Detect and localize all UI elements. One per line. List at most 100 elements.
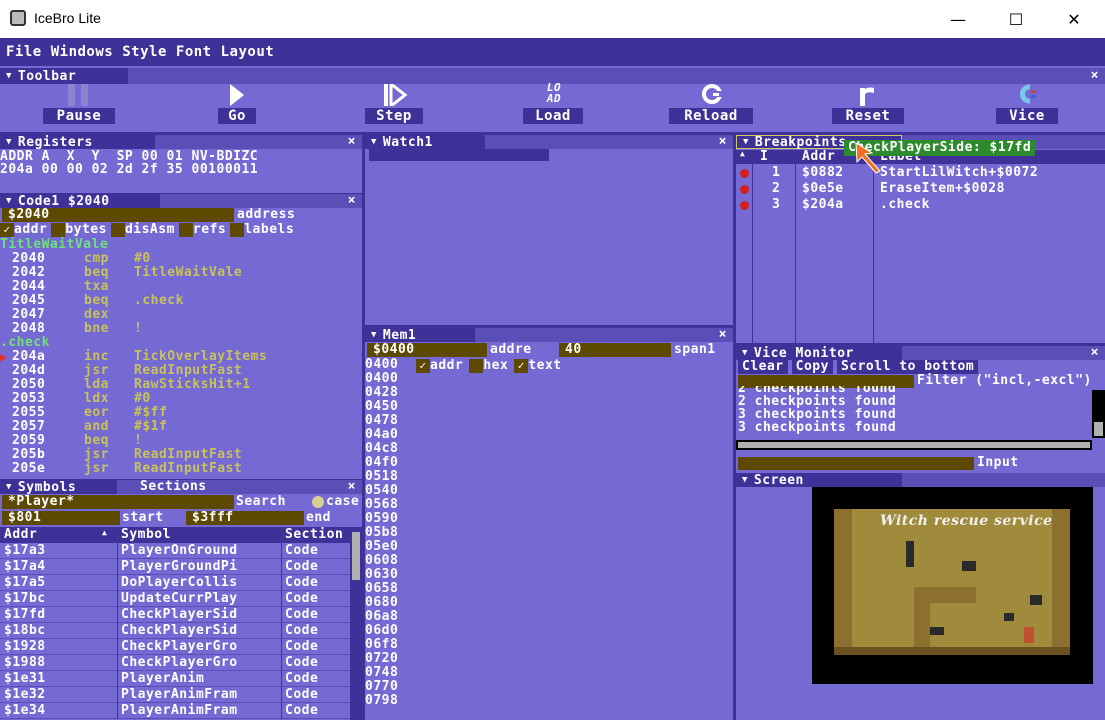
- copy-button[interactable]: Copy: [791, 360, 833, 374]
- symbol-row[interactable]: $18bc CheckPlayerSid Code: [0, 623, 350, 639]
- code-address-input[interactable]: $2040: [2, 208, 234, 222]
- col-symbol[interactable]: Symbol: [121, 527, 171, 542]
- symbol-row[interactable]: $1e34 PlayerAnimFram Code: [0, 703, 350, 719]
- symbol-row[interactable]: $17a4 PlayerGroundPi Code: [0, 559, 350, 575]
- registers-close-icon[interactable]: ×: [348, 135, 356, 149]
- code-line[interactable]: 2044 txa: [0, 280, 362, 294]
- screen-tab[interactable]: ▼ Screen: [736, 473, 902, 488]
- symbol-row[interactable]: $17bc UpdateCurrPlay Code: [0, 591, 350, 607]
- vice-monitor-tab[interactable]: ▼ Vice Monitor: [736, 346, 902, 361]
- code-line[interactable]: 2045 beq .check: [0, 294, 362, 308]
- code-line[interactable]: 2053 ldx #0: [0, 392, 362, 406]
- disasm-checkbox[interactable]: [110, 223, 125, 237]
- reset-button[interactable]: Reset: [832, 82, 904, 130]
- col-addr[interactable]: Addr: [4, 527, 37, 542]
- symbol-search-input[interactable]: *Player*: [2, 495, 234, 509]
- menu-windows[interactable]: Windows: [51, 44, 114, 60]
- code-line[interactable]: 205b jsr ReadInputFast: [0, 448, 362, 462]
- symbols-scrollbar[interactable]: [350, 527, 362, 720]
- col-index[interactable]: I: [760, 150, 768, 164]
- menu-file[interactable]: File: [6, 44, 42, 60]
- watch-close-icon[interactable]: ×: [719, 135, 727, 149]
- vice-horizontal-scrollbar[interactable]: [736, 440, 1092, 450]
- watch-expression-input[interactable]: [369, 149, 549, 161]
- code-close-icon[interactable]: ×: [348, 194, 356, 208]
- symbols-tab[interactable]: ▼ Symbols: [0, 480, 117, 495]
- menu-font[interactable]: Font: [176, 44, 212, 60]
- addr-checkbox[interactable]: ✓: [0, 223, 14, 237]
- menu-layout[interactable]: Layout: [221, 44, 275, 60]
- code-line[interactable]: 204d jsr ReadInputFast: [0, 364, 362, 378]
- load-button[interactable]: LO AD Load: [523, 82, 583, 130]
- symbol-row[interactable]: $1928 CheckPlayerGro Code: [0, 639, 350, 655]
- vice-scroll-thumb[interactable]: [1094, 422, 1103, 436]
- breakpoint-row[interactable]: 3 $204a .check: [736, 197, 1105, 213]
- pause-button[interactable]: Pause: [43, 82, 115, 130]
- symbol-row[interactable]: $1e31 PlayerAnim Code: [0, 671, 350, 687]
- code-line[interactable]: 2047 dex: [0, 308, 362, 322]
- code-line[interactable]: 2042 beq TitleWaitVale: [0, 266, 362, 280]
- code-address: 2050: [12, 377, 46, 392]
- registers-values[interactable]: 204a 00 00 02 2d 2f 35 00100011: [0, 162, 258, 177]
- code-line[interactable]: 2059 beq!: [0, 434, 362, 448]
- col-address[interactable]: Addr: [802, 150, 835, 164]
- maximize-button[interactable]: ☐: [987, 0, 1045, 38]
- code-line[interactable]: 2050 lda RawSticksHit+1: [0, 378, 362, 392]
- symbol-row[interactable]: $17a3 PlayerOnGround Code: [0, 543, 350, 559]
- symbol-row[interactable]: $17a5 DoPlayerCollis Code: [0, 575, 350, 591]
- symbol-row[interactable]: $1e32 PlayerAnimFram Code: [0, 687, 350, 703]
- memory-address: 04f0: [365, 455, 399, 470]
- start-input[interactable]: $801: [2, 511, 120, 525]
- code-line[interactable]: 2048 bne!: [0, 322, 362, 336]
- code-line[interactable]: 205e jsr ReadInputFast: [0, 462, 362, 476]
- breakpoint-dot-icon[interactable]: [740, 201, 749, 210]
- mem-addr-checkbox[interactable]: ✓: [416, 359, 430, 373]
- bytes-checkbox[interactable]: [51, 223, 66, 237]
- sections-tab[interactable]: Sections: [118, 480, 236, 494]
- step-button[interactable]: Step: [365, 82, 423, 130]
- code-opcode: beq: [84, 433, 109, 448]
- registers-tab[interactable]: ▼ Registers: [0, 135, 155, 150]
- mem-hex-checkbox[interactable]: [469, 359, 484, 373]
- go-button[interactable]: Go: [218, 82, 256, 130]
- breakpoint-row[interactable]: 1 $0882 StartLilWitch+$0072: [736, 165, 1105, 181]
- symbols-scroll-thumb[interactable]: [352, 532, 360, 580]
- memory-close-icon[interactable]: ×: [719, 328, 727, 342]
- c64-screen[interactable]: Witch rescue service: [812, 487, 1093, 684]
- minimize-button[interactable]: —: [929, 0, 987, 38]
- code-label-line[interactable]: TitleWaitVale: [0, 238, 362, 252]
- memory-span-input[interactable]: 40: [559, 343, 671, 357]
- vice-monitor-scrollbar[interactable]: [1092, 390, 1105, 438]
- symbol-row[interactable]: $17fd CheckPlayerSid Code: [0, 607, 350, 623]
- symbol-row[interactable]: $1988 CheckPlayerGro Code: [0, 655, 350, 671]
- code-tab[interactable]: ▼ Code1 $2040: [0, 194, 160, 209]
- scroll-to-bottom-button[interactable]: Scroll to bottom: [836, 360, 979, 374]
- clear-button[interactable]: Clear: [738, 360, 788, 374]
- symbols-close-icon[interactable]: ×: [348, 480, 356, 494]
- vice-button[interactable]: Vice: [996, 82, 1058, 130]
- breakpoint-dot-icon[interactable]: [740, 169, 749, 178]
- code-line[interactable]: 2040 cmp #0: [0, 252, 362, 266]
- end-input[interactable]: $3fff: [186, 511, 304, 525]
- code-line[interactable]: 2055 eor #$ff: [0, 406, 362, 420]
- col-section[interactable]: Section: [285, 527, 347, 542]
- breakpoint-dot-icon[interactable]: [740, 185, 749, 194]
- watch-tab[interactable]: ▼ Watch1: [365, 135, 485, 150]
- labels-checkbox[interactable]: [230, 223, 245, 237]
- reload-button[interactable]: Reload: [669, 82, 753, 130]
- code-line[interactable]: 2057 and #$1f: [0, 420, 362, 434]
- vice-monitor-close-icon[interactable]: ×: [1091, 346, 1099, 360]
- code-label-line[interactable]: .check: [0, 336, 362, 350]
- breakpoint-row[interactable]: 2 $0e5e EraseItem+$0028: [736, 181, 1105, 197]
- close-button[interactable]: ✕: [1045, 0, 1103, 38]
- refs-checkbox[interactable]: [178, 223, 193, 237]
- menu-style[interactable]: Style: [122, 44, 167, 60]
- monitor-input-field[interactable]: [738, 457, 974, 470]
- case-radio[interactable]: [312, 496, 324, 508]
- memory-address-input[interactable]: $0400: [367, 343, 487, 357]
- toolbar-close-icon[interactable]: ×: [1091, 68, 1099, 83]
- code-line[interactable]: ▶ 204a inc TickOverlayItems: [0, 350, 362, 365]
- mem-text-checkbox[interactable]: ✓: [514, 359, 529, 373]
- memory-tab[interactable]: ▼ Mem1: [365, 328, 475, 343]
- vice-hscroll-thumb[interactable]: [738, 442, 1090, 448]
